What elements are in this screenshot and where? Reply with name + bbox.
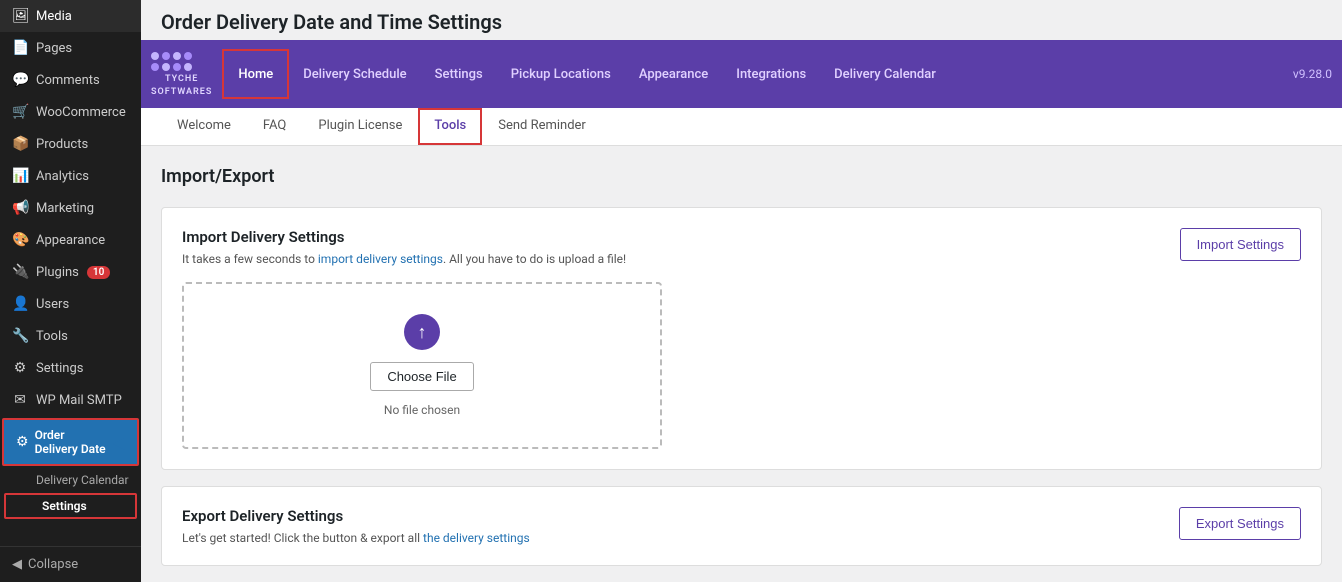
plugin-nav-home[interactable]: Home [222,49,289,99]
sidebar-item-appearance[interactable]: 🎨 Appearance [0,224,141,256]
sidebar-item-products[interactable]: 📦 Products [0,128,141,160]
sidebar-sub-delivery-calendar[interactable]: Delivery Calendar [0,468,141,492]
logo-sub: SOFTWARES [151,87,212,97]
sidebar-item-order-delivery[interactable]: ⚙ Order Delivery Date ◀ [2,418,139,466]
media-icon: 🖼 [12,8,28,24]
export-button-wrap: Export Settings [1179,507,1301,540]
page-title: Order Delivery Date and Time Settings [161,10,1322,34]
no-file-text: No file chosen [384,403,460,417]
users-icon: 👤 [12,296,28,312]
plugin-logo: TYCHE SOFTWARES [151,52,212,97]
import-settings-button[interactable]: Import Settings [1180,228,1301,261]
logo-dot [184,63,192,71]
sidebar-item-settings[interactable]: ⚙ Settings [0,352,141,384]
logo-dot [184,52,192,60]
sidebar-item-comments[interactable]: 💬 Comments [0,64,141,96]
sidebar-item-marketing[interactable]: 📢 Marketing [0,192,141,224]
order-delivery-icon: ⚙ [16,434,29,450]
sidebar-arrow: ◀ [113,433,125,452]
import-title: Import Delivery Settings [182,228,1160,246]
export-card: Export Delivery Settings Let's get start… [161,486,1322,566]
sidebar-item-media[interactable]: 🖼 Media [0,0,141,32]
plugin-version: v9.28.0 [1293,67,1332,81]
export-desc: Let's get started! Click the button & ex… [182,531,1159,545]
export-card-content: Export Delivery Settings Let's get start… [182,507,1159,545]
logo-dot [151,52,159,60]
logo-dot [173,63,181,71]
sidebar-item-woocommerce[interactable]: 🛒 WooCommerce [0,96,141,128]
tab-plugin-license[interactable]: Plugin License [302,108,418,145]
tab-tools[interactable]: Tools [418,108,482,145]
page-title-bar: Order Delivery Date and Time Settings [141,0,1342,40]
sidebar-item-pages[interactable]: 📄 Pages [0,32,141,64]
collapse-icon: ◀ [12,557,22,572]
plugin-nav-integrations[interactable]: Integrations [722,40,820,108]
export-title: Export Delivery Settings [182,507,1159,525]
import-card-content: Import Delivery Settings It takes a few … [182,228,1160,449]
collapse-button[interactable]: ◀ Collapse [0,546,141,582]
logo-dot [162,52,170,60]
comments-icon: 💬 [12,72,28,88]
choose-file-button[interactable]: Choose File [370,362,473,391]
sidebar-item-analytics[interactable]: 📊 Analytics [0,160,141,192]
main-content: Order Delivery Date and Time Settings TY… [141,0,1342,582]
plugins-badge: 10 [87,266,110,279]
plugins-icon: 🔌 [12,264,28,280]
sidebar: 🖼 Media 📄 Pages 💬 Comments 🛒 WooCommerce… [0,0,141,582]
sidebar-item-plugins[interactable]: 🔌 Plugins 10 [0,256,141,288]
pages-icon: 📄 [12,40,28,56]
sidebar-item-tools[interactable]: 🔧 Tools [0,320,141,352]
content-area: Import/Export Import Delivery Settings I… [141,146,1342,582]
tools-icon: 🔧 [12,328,28,344]
products-icon: 📦 [12,136,28,152]
appearance-icon: 🎨 [12,232,28,248]
logo-dot [162,63,170,71]
plugin-nav-settings[interactable]: Settings [421,40,497,108]
import-desc: It takes a few seconds to import deliver… [182,252,1160,266]
tab-welcome[interactable]: Welcome [161,108,247,145]
sub-tabs: Welcome FAQ Plugin License Tools Send Re… [141,108,1342,146]
tab-send-reminder[interactable]: Send Reminder [482,108,602,145]
plugin-nav-appearance[interactable]: Appearance [625,40,722,108]
woocommerce-icon: 🛒 [12,104,28,120]
upload-icon: ↑ [404,314,440,350]
plugin-nav: TYCHE SOFTWARES Home Delivery Schedule S… [141,40,1342,108]
plugin-nav-pickup-locations[interactable]: Pickup Locations [497,40,625,108]
marketing-icon: 📢 [12,200,28,216]
logo-brand: TYCHE [151,74,212,84]
logo-dot [151,63,159,71]
wp-mail-smtp-icon: ✉ [12,392,28,408]
sidebar-sub-settings[interactable]: Settings [4,493,137,519]
export-settings-button[interactable]: Export Settings [1179,507,1301,540]
import-button-wrap: Import Settings [1180,228,1301,261]
settings-icon: ⚙ [12,360,28,376]
section-title: Import/Export [161,166,1322,187]
file-upload-area[interactable]: ↑ Choose File No file chosen [182,282,662,449]
sidebar-item-users[interactable]: 👤 Users [0,288,141,320]
plugin-nav-delivery-schedule[interactable]: Delivery Schedule [289,40,420,108]
analytics-icon: 📊 [12,168,28,184]
logo-dot [173,52,181,60]
sidebar-item-wp-mail-smtp[interactable]: ✉ WP Mail SMTP [0,384,141,416]
import-card: Import Delivery Settings It takes a few … [161,207,1322,470]
tab-faq[interactable]: FAQ [247,108,302,145]
plugin-nav-delivery-calendar[interactable]: Delivery Calendar [820,40,950,108]
